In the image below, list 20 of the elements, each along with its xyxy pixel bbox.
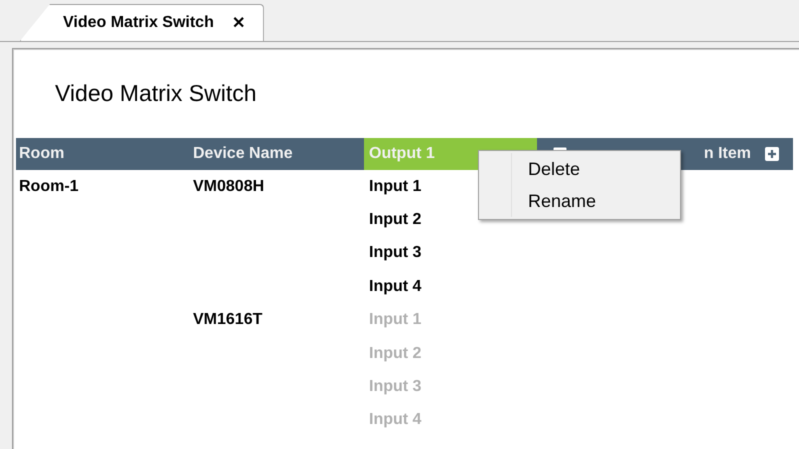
header-label: n Item	[704, 145, 751, 163]
add-icon[interactable]	[765, 147, 779, 161]
input-label: Input 2	[368, 210, 422, 230]
input-label: Input 1	[368, 310, 422, 330]
room-name: Room-1	[18, 176, 80, 197]
input-label: Input 3	[368, 377, 422, 398]
input-label: Input 4	[368, 410, 422, 430]
menu-item[interactable]: Rename	[511, 185, 680, 217]
input-label: Input 3	[368, 243, 422, 264]
close-icon[interactable]: ✕	[232, 13, 245, 33]
page-title: Video Matrix Switch	[55, 80, 258, 108]
tab[interactable]: Video Matrix Switch ✕	[20, 4, 264, 41]
device-name: VM0808H	[192, 176, 266, 197]
menu-item[interactable]: Delete	[511, 153, 680, 185]
input-label: Input 1	[368, 176, 422, 197]
input-label: Input 4	[368, 276, 422, 297]
column-header[interactable]: Device Name	[190, 138, 364, 170]
input-label: Input 2	[368, 344, 422, 364]
device-name: VM1616T	[192, 310, 264, 330]
column-header[interactable]: Room	[16, 138, 190, 170]
